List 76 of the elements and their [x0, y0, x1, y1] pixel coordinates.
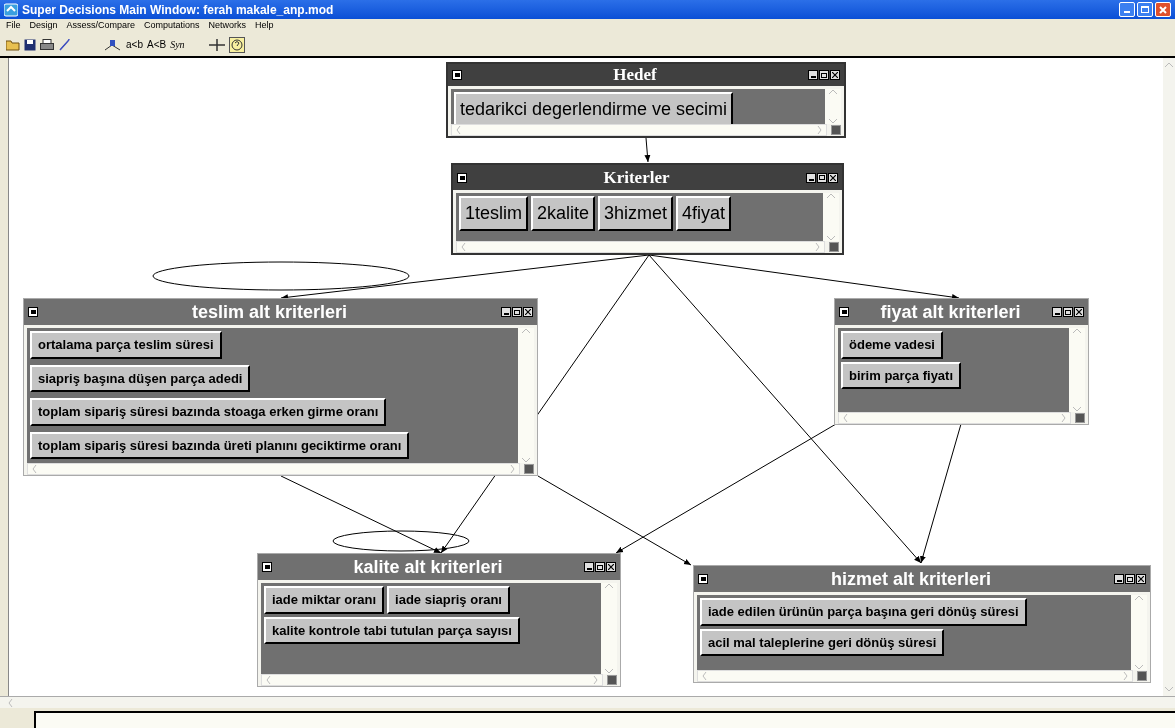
toolbar-button[interactable]: A<B — [146, 37, 167, 52]
node-button[interactable]: ortalama parça teslim süresi — [30, 331, 222, 359]
close-icon — [1159, 5, 1167, 14]
resize-grip-icon[interactable] — [831, 125, 841, 135]
vertical-scrollbar[interactable] — [1163, 58, 1175, 696]
cluster-window[interactable]: kalite alt kriterleri iade miktar oranı iade siapriş oranı kalite kontrole tabi tutulan parça sayısı — [257, 553, 621, 687]
window-menu-icon[interactable] — [28, 307, 38, 317]
node-link-icon[interactable] — [104, 38, 122, 51]
vertical-scrollbar[interactable] — [825, 89, 841, 124]
node-button[interactable]: 3hizmet — [598, 196, 674, 231]
cluster-title: kalite alt kriterleri — [352, 555, 504, 579]
window-controls-icon[interactable] — [1114, 574, 1146, 584]
cluster-title: Hedef — [612, 64, 658, 87]
cluster-window[interactable]: fiyat alt kriterleri ödeme vadesi birim parça fiyatı — [834, 298, 1089, 425]
resize-grip-icon[interactable] — [1137, 671, 1147, 681]
resize-grip-icon[interactable] — [524, 464, 534, 474]
folder-icon[interactable] — [6, 38, 20, 51]
node-button[interactable]: iade miktar oranı — [264, 586, 385, 614]
resize-grip-icon[interactable] — [829, 242, 839, 252]
window-menu-icon[interactable] — [457, 172, 467, 183]
node-button[interactable]: iade siapriş oranı — [387, 586, 510, 614]
app-icon — [4, 2, 18, 17]
node-button[interactable]: kalite kontrole tabi tutulan parça sayısı — [264, 616, 520, 644]
cluster-title: teslim alt kriterleri — [190, 300, 349, 324]
node-button[interactable]: toplam sipariş süresi bazında stoaga erken girme oranı — [30, 398, 387, 426]
vertical-scrollbar[interactable] — [518, 328, 534, 463]
window-title: Super Decisions Main Window: ferah makale_anp.mod — [22, 1, 334, 19]
node-button[interactable]: 4fiyat — [676, 196, 732, 231]
cluster-window[interactable]: Hedef tedarikci degerlendirme ve secimi — [446, 62, 846, 138]
vertical-scrollbar[interactable] — [601, 583, 617, 674]
node-button[interactable]: 1teslim — [459, 196, 528, 231]
cluster-title: Kriterler — [602, 166, 671, 189]
cluster-title: hizmet alt kriterleri — [829, 567, 993, 591]
window-menu-icon[interactable] — [839, 307, 849, 317]
window-menu-icon[interactable] — [262, 562, 272, 572]
vertical-scrollbar[interactable] — [823, 193, 839, 241]
window-controls-icon[interactable] — [501, 307, 533, 317]
node-button[interactable]: iade edilen ürünün parça başına geri dönüş süresi — [700, 598, 1027, 626]
node-button[interactable]: tedarikci degerlendirme ve secimi — [454, 92, 734, 124]
node-button[interactable]: birim parça fiyatı — [841, 361, 962, 389]
minimize-button[interactable] — [1119, 2, 1135, 17]
crosshair-icon[interactable] — [208, 37, 225, 52]
resize-grip-icon[interactable] — [1075, 413, 1085, 423]
node-button[interactable]: 2kalite — [531, 196, 596, 231]
save-icon[interactable] — [24, 38, 36, 51]
node-button[interactable]: siapriş başına düşen parça adedi — [30, 364, 251, 392]
cluster-window[interactable]: Kriterler 1teslim 2kalite 3hizmet 4fiyat — [451, 163, 844, 255]
cluster-window[interactable]: teslim alt kriterleri ortalama parça teslim süresi siapriş başına düşen parça adedi toplam sipariş süresi bazında stoaga erken girme oranı toplam sipariş süresi bazında üreti planını geciktirme oranı — [23, 298, 538, 476]
window-controls-icon[interactable] — [808, 70, 840, 80]
close-button[interactable] — [1155, 2, 1171, 17]
print-icon[interactable] — [40, 38, 54, 51]
window-controls-icon[interactable] — [584, 562, 616, 572]
node-button[interactable]: toplam sipariş süresi bazında üreti planını geciktirme oranı — [30, 431, 410, 459]
toolbar-button[interactable]: a<b — [126, 37, 143, 52]
menu-item[interactable]: Design — [29, 19, 58, 33]
cluster-window[interactable]: hizmet alt kriterleri iade edilen ürünün parça başına geri dönüş süresi acil mal taleplerine geri dönüş süresi — [693, 565, 1151, 683]
window-menu-icon[interactable] — [452, 70, 462, 80]
help-icon[interactable] — [228, 36, 245, 53]
vertical-scrollbar[interactable] — [1069, 328, 1085, 412]
window-controls-icon[interactable] — [1052, 307, 1084, 317]
node-button[interactable]: ödeme vadesi — [841, 331, 943, 359]
resize-grip-icon[interactable] — [607, 675, 617, 685]
menu-item[interactable]: Help — [255, 19, 274, 33]
menu-item[interactable]: Assess/Compare — [66, 19, 136, 33]
menu-item[interactable]: Networks — [208, 19, 247, 33]
cluster-title: fiyat alt kriterleri — [879, 300, 1022, 324]
node-button[interactable]: acil mal taleplerine geri dönüş süresi — [700, 628, 945, 656]
toolbar-button[interactable]: Syn — [170, 37, 185, 52]
restore-button[interactable] — [1137, 2, 1153, 17]
window-controls-icon[interactable] — [806, 172, 838, 183]
menu-item[interactable]: Computations — [144, 19, 200, 33]
menu-item[interactable]: File — [6, 19, 21, 33]
arrow — [644, 137, 651, 163]
vertical-scrollbar[interactable] — [1131, 595, 1147, 670]
horizontal-scrollbar[interactable] — [0, 696, 1175, 708]
window-menu-icon[interactable] — [698, 574, 708, 584]
